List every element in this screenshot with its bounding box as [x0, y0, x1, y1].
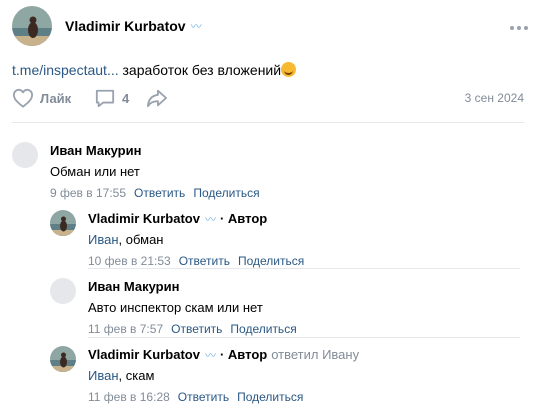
comment-text-body: , скам: [118, 368, 155, 383]
share-icon: [147, 89, 167, 108]
post-text: t.me/inspectaut... заработок без вложени…: [12, 62, 297, 78]
comment-time[interactable]: 9 фев в 17:55: [50, 186, 126, 200]
comment-text-body: Обман или нет: [50, 164, 140, 179]
share-link[interactable]: Поделиться: [238, 254, 304, 268]
comment-author-name[interactable]: Иван Макурин: [50, 143, 141, 158]
comment-author-name[interactable]: Иван Макурин: [88, 279, 179, 294]
avatar[interactable]: [50, 346, 76, 372]
share-button[interactable]: [146, 88, 168, 108]
post-link[interactable]: t.me/inspectaut...: [12, 62, 119, 78]
heart-icon: [13, 88, 33, 108]
share-link[interactable]: Поделиться: [237, 390, 303, 404]
comment-time[interactable]: 10 фев в 21:53: [88, 254, 171, 268]
verified-wave-icon: 〰: [204, 213, 216, 226]
comment-button[interactable]: 4: [94, 88, 129, 108]
comment-meta: 11 фев в 16:28 Ответить Поделиться: [88, 390, 359, 404]
comment-text: Иван, обман: [88, 232, 304, 248]
comment-text-body: Авто инспектор скам или нет: [88, 300, 263, 315]
mention-link[interactable]: Иван: [88, 368, 119, 383]
comment-author: Иван Макурин: [50, 142, 260, 159]
reply-note[interactable]: ответил Ивану: [271, 347, 359, 362]
post-date[interactable]: 3 сен 2024: [465, 91, 524, 105]
avatar[interactable]: [12, 142, 38, 168]
comment-text: Иван, скам: [88, 368, 359, 384]
author-tag: · Автор: [219, 211, 268, 226]
comment-author: Vladimir Kurbatov 〰 · Автор ответил Иван…: [88, 346, 359, 363]
comment-meta: 11 фев в 7:57 Ответить Поделиться: [88, 322, 297, 336]
comment-text: Авто инспектор скам или нет: [88, 300, 297, 316]
verified-wave-icon: 〰: [204, 349, 216, 362]
comment-text: Обман или нет: [50, 164, 260, 180]
comment-icon: [95, 89, 115, 108]
verified-wave-icon: 〰: [190, 21, 202, 33]
share-link[interactable]: Поделиться: [193, 186, 259, 200]
smiling-face-with-hearts-icon: [281, 62, 297, 77]
reply-button[interactable]: Ответить: [171, 322, 222, 336]
post-text-body: заработок без вложений: [118, 62, 282, 78]
comment-author-name[interactable]: Vladimir Kurbatov: [88, 211, 200, 226]
divider: [12, 122, 524, 123]
like-label: Лайк: [40, 90, 72, 106]
comment-time[interactable]: 11 фев в 7:57: [88, 322, 163, 336]
comment-author-name[interactable]: Vladimir Kurbatov: [88, 347, 200, 362]
like-button[interactable]: Лайк: [12, 88, 71, 108]
avatar[interactable]: [50, 278, 76, 304]
more-options-icon[interactable]: [510, 19, 528, 37]
reply-button[interactable]: Ответить: [179, 254, 230, 268]
comment-time[interactable]: 11 фев в 16:28: [88, 390, 170, 404]
reply-button[interactable]: Ответить: [134, 186, 185, 200]
mention-link[interactable]: Иван: [88, 232, 119, 247]
reply-button[interactable]: Ответить: [178, 390, 229, 404]
author-tag: · Автор: [219, 347, 268, 362]
post-author-name[interactable]: Vladimir Kurbatov: [65, 18, 186, 34]
comment-author: Иван Макурин: [88, 278, 297, 295]
post-header: Vladimir Kurbatov 〰: [12, 6, 532, 46]
comment-author: Vladimir Kurbatov 〰 · Автор: [88, 210, 304, 227]
divider: [88, 337, 520, 338]
avatar[interactable]: [50, 210, 76, 236]
divider: [88, 268, 520, 269]
share-link[interactable]: Поделиться: [230, 322, 296, 336]
comment-count: 4: [122, 90, 130, 106]
comment-meta: 10 фев в 21:53 Ответить Поделиться: [88, 254, 304, 268]
comment-meta: 9 фев в 17:55 Ответить Поделиться: [50, 186, 260, 200]
post-author[interactable]: Vladimir Kurbatov 〰: [65, 18, 202, 34]
post-actions: Лайк 4 3 сен 2024: [12, 88, 532, 110]
comment-text-body: , обман: [118, 232, 164, 247]
author-avatar[interactable]: [12, 6, 52, 46]
